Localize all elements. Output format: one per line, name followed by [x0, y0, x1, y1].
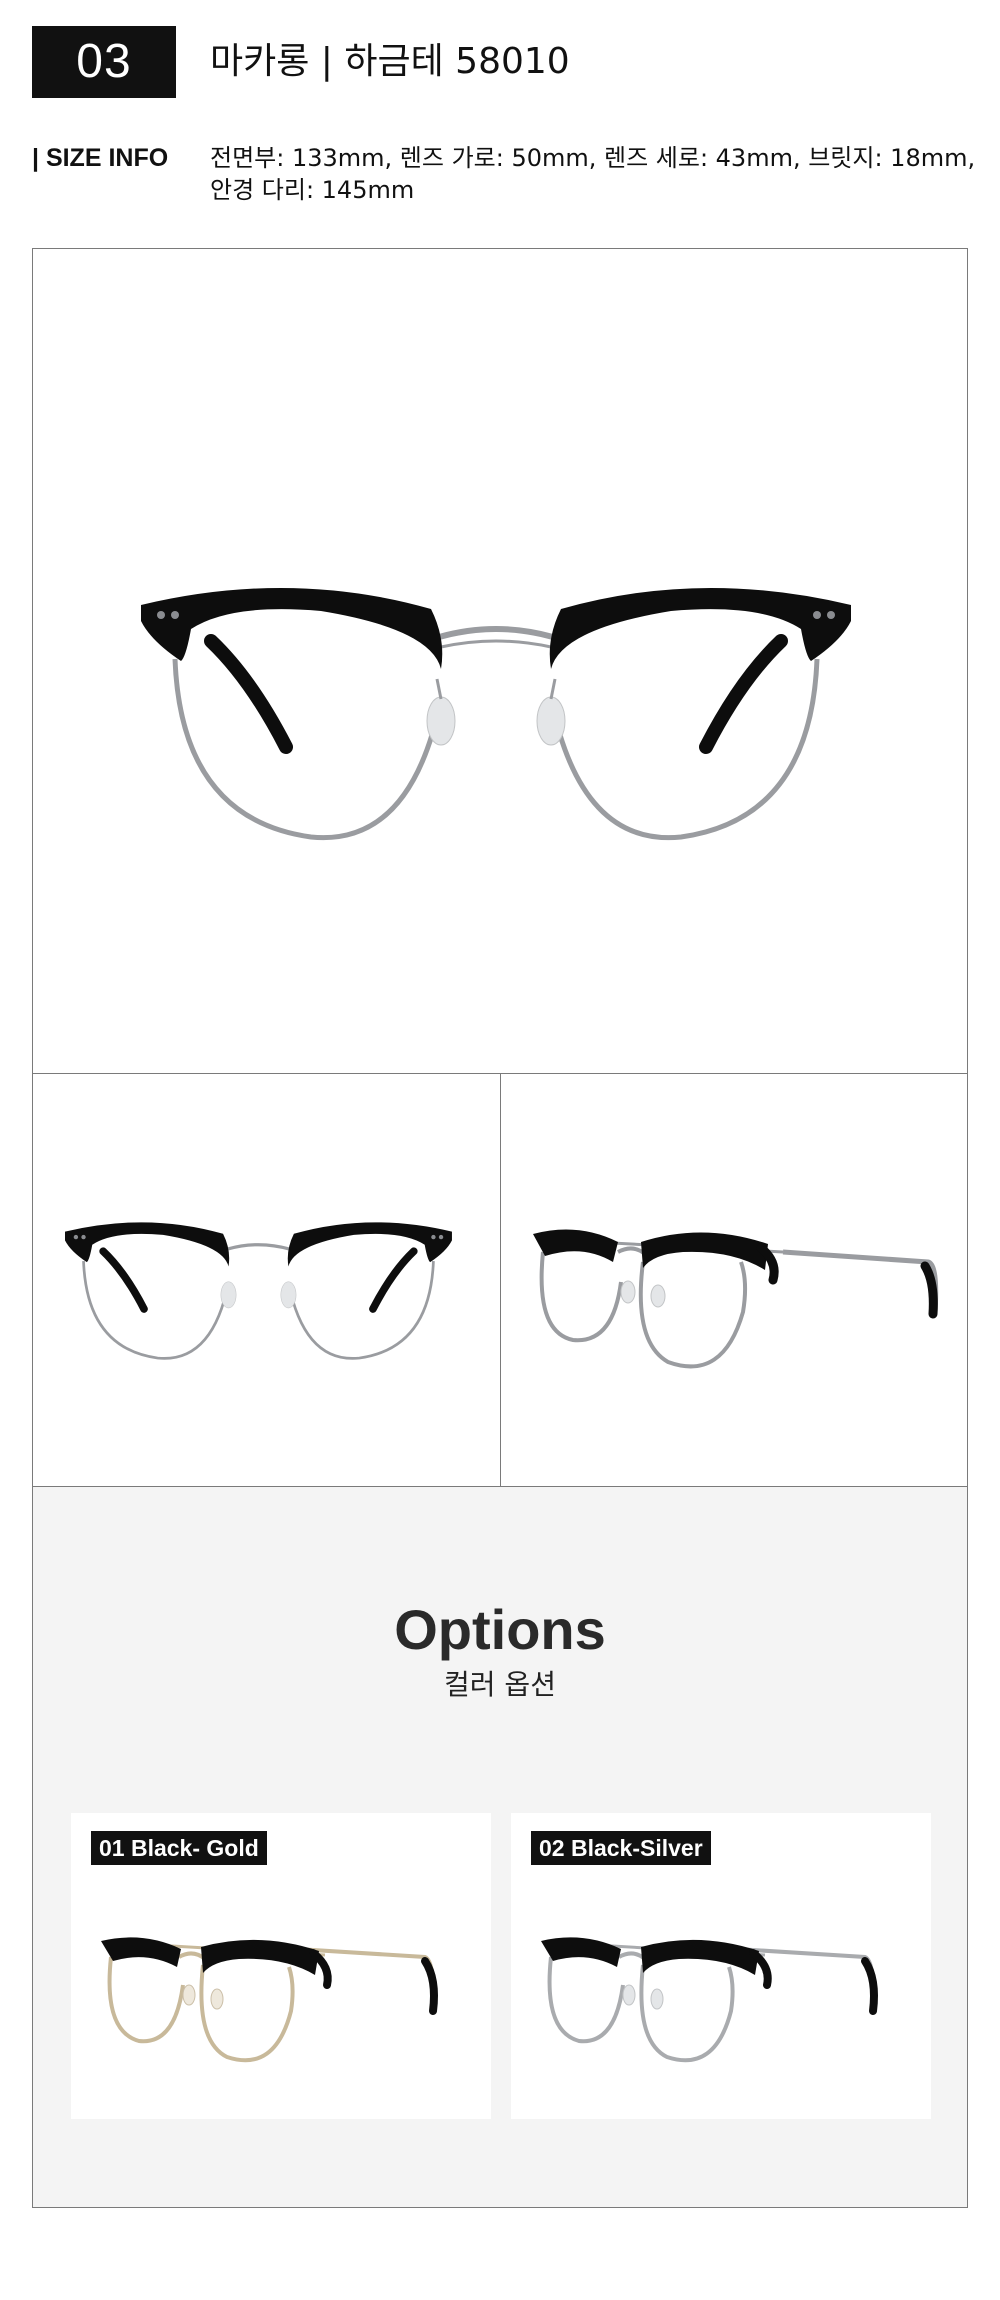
product-number-badge: 03: [32, 26, 176, 98]
glasses-front-image: [141, 587, 851, 841]
color-option-card-silver[interactable]: 02 Black-Silver: [511, 1813, 931, 2119]
product-title: 마카롱 | 하금테 58010: [210, 41, 570, 82]
options-title: Options: [394, 1598, 606, 1661]
front-view-image-frame: [32, 1073, 501, 1487]
hero-image-frame: [32, 248, 968, 1074]
size-info-text: 전면부: 133mm, 렌즈 가로: 50mm, 렌즈 세로: 43mm, 브릿…: [210, 142, 980, 206]
size-info-line-1: 전면부: 133mm, 렌즈 가로: 50mm, 렌즈 세로: 43mm, 브릿…: [210, 144, 976, 172]
glasses-black-gold-image: [101, 1937, 438, 2063]
angle-view-image-frame: [500, 1073, 968, 1487]
glasses-black-silver-image: [541, 1937, 878, 2063]
size-info-label: | SIZE INFO: [32, 144, 169, 172]
size-info-line-2: 안경 다리: 145mm: [210, 176, 415, 204]
glasses-angle-small-image: [533, 1229, 939, 1369]
options-subtitle: 컬러 옵션: [444, 1668, 556, 1701]
options-section: Options 컬러 옵션 01 Black- Gold 02 Black-Si…: [32, 1486, 968, 2208]
color-option-card-gold[interactable]: 01 Black- Gold: [71, 1813, 491, 2119]
glasses-front-small-image: [65, 1222, 452, 1360]
